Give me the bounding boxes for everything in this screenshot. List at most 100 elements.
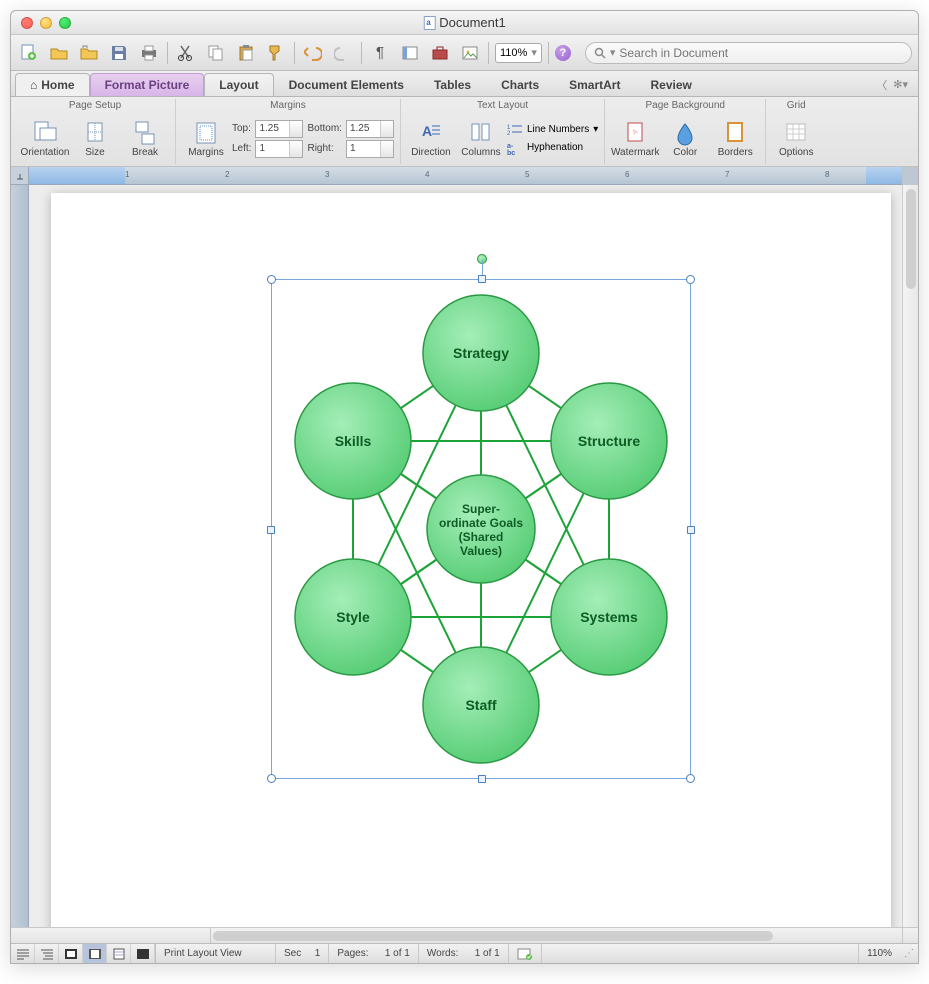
margin-bottom-label: Bottom: <box>307 123 341 134</box>
cut-button[interactable] <box>174 41 198 65</box>
view-name-label: Print Layout View <box>156 944 276 963</box>
vertical-scrollbar[interactable] <box>902 185 918 927</box>
spelling-status[interactable] <box>509 944 542 963</box>
node-skills: Skills <box>295 383 411 499</box>
notebook-view-button[interactable] <box>107 944 131 963</box>
columns-button[interactable]: Columns <box>457 115 505 163</box>
page-color-button[interactable]: Color <box>661 115 709 163</box>
search-field[interactable]: ▾ <box>585 42 912 64</box>
media-browser-button[interactable] <box>458 41 482 65</box>
print-layout-view-button[interactable] <box>83 944 107 963</box>
search-icon <box>594 47 606 59</box>
orientation-button[interactable]: Orientation <box>21 115 69 163</box>
tab-layout[interactable]: Layout <box>204 73 273 96</box>
quick-access-toolbar: ¶ 110%▾ ? ▾ <box>11 35 918 71</box>
break-button[interactable]: Break <box>121 115 169 163</box>
node-center: Super- ordinate Goals (Shared Values) <box>427 475 535 583</box>
margin-right-input[interactable]: 1 <box>346 140 394 158</box>
group-grid: Grid <box>772 99 820 113</box>
outline-view-button[interactable] <box>35 944 59 963</box>
tab-document-elements[interactable]: Document Elements <box>274 73 419 96</box>
print-button[interactable] <box>137 41 161 65</box>
minimize-window-button[interactable] <box>40 17 52 29</box>
help-button[interactable]: ? <box>555 45 571 61</box>
svg-text:Skills: Skills <box>335 433 372 449</box>
section-indicator[interactable]: Sec 1 <box>276 944 329 963</box>
app-window: Document1 ¶ 110%▾ ? ▾ ⌂Home Format P <box>10 10 919 964</box>
margin-bottom-input[interactable]: 1.25 <box>346 120 394 138</box>
margin-top-input[interactable]: 1.25 <box>255 120 303 138</box>
search-input[interactable] <box>619 46 903 60</box>
words-indicator[interactable]: Words: 1 of 1 <box>419 944 509 963</box>
margin-right-label: Right: <box>307 143 341 154</box>
format-painter-button[interactable] <box>264 41 288 65</box>
open-button[interactable] <box>47 41 71 65</box>
new-doc-button[interactable] <box>17 41 41 65</box>
tab-charts[interactable]: Charts <box>486 73 554 96</box>
node-style: Style <box>295 559 411 675</box>
node-staff: Staff <box>423 647 539 763</box>
svg-text:ordinate Goals: ordinate Goals <box>439 516 523 530</box>
pages-indicator[interactable]: Pages: 1 of 1 <box>329 944 419 963</box>
grid-options-button[interactable]: Options <box>772 115 820 163</box>
margin-top-label: Top: <box>232 123 251 134</box>
svg-text:bc: bc <box>507 150 515 155</box>
toolbox-button[interactable] <box>428 41 452 65</box>
svg-text:2: 2 <box>507 131 511 137</box>
copy-button[interactable] <box>204 41 228 65</box>
margin-left-input[interactable]: 1 <box>255 140 303 158</box>
node-structure: Structure <box>551 383 667 499</box>
tab-smartart[interactable]: SmartArt <box>554 73 635 96</box>
watermark-button[interactable]: AWatermark <box>611 115 659 163</box>
node-strategy: Strategy <box>423 295 539 411</box>
paste-button[interactable] <box>234 41 258 65</box>
zoom-selector[interactable]: 110%▾ <box>495 43 542 63</box>
group-text-layout: Text Layout <box>407 99 598 113</box>
tab-stop-selector[interactable] <box>11 167 29 185</box>
show-formatting-button[interactable]: ¶ <box>368 41 392 65</box>
group-margins: Margins <box>182 99 394 113</box>
direction-button[interactable]: ADirection <box>407 115 455 163</box>
zoom-window-button[interactable] <box>59 17 71 29</box>
titlebar: Document1 <box>11 11 918 35</box>
document-page[interactable]: Strategy Structure Systems Staff Style S… <box>51 193 891 927</box>
horizontal-scrollbar-row <box>11 927 918 943</box>
resize-grip[interactable]: ⋰ <box>900 948 918 959</box>
margins-button[interactable]: Margins <box>182 115 230 163</box>
tab-tables[interactable]: Tables <box>419 73 486 96</box>
ribbon-layout: Page Setup Orientation Size Break Margin… <box>11 97 918 167</box>
horizontal-scrollbar[interactable] <box>211 928 902 943</box>
tab-home[interactable]: ⌂Home <box>15 73 90 96</box>
redo-button[interactable] <box>331 41 355 65</box>
publishing-view-button[interactable] <box>59 944 83 963</box>
save-button[interactable] <box>107 41 131 65</box>
group-page-background: Page Background <box>611 99 759 113</box>
tab-format-picture[interactable]: Format Picture <box>90 73 205 96</box>
mckinsey-7s-diagram[interactable]: Strategy Structure Systems Staff Style S… <box>271 279 691 782</box>
focus-view-button[interactable] <box>131 944 155 963</box>
svg-text:(Shared: (Shared <box>459 530 504 544</box>
zoom-indicator[interactable]: 110% <box>859 944 900 963</box>
open-recent-button[interactable] <box>77 41 101 65</box>
svg-text:Structure: Structure <box>578 433 640 449</box>
status-bar: Print Layout View Sec 1 Pages: 1 of 1 Wo… <box>11 943 918 963</box>
svg-text:Super-: Super- <box>462 502 500 516</box>
size-button[interactable]: Size <box>71 115 119 163</box>
close-window-button[interactable] <box>21 17 33 29</box>
tab-review[interactable]: Review <box>635 73 706 96</box>
sidebar-button[interactable] <box>398 41 422 65</box>
line-numbers-button[interactable]: 12Line Numbers ▾ <box>507 123 598 137</box>
svg-text:Staff: Staff <box>465 697 496 713</box>
page-borders-button[interactable]: Borders <box>711 115 759 163</box>
window-title: Document1 <box>439 15 505 30</box>
undo-button[interactable] <box>301 41 325 65</box>
svg-text:Systems: Systems <box>580 609 638 625</box>
group-page-setup: Page Setup <box>21 99 169 113</box>
vertical-ruler[interactable] <box>11 185 29 927</box>
hyphenation-button[interactable]: a-bcHyphenation <box>507 141 598 155</box>
document-workspace: 12345678 <box>11 167 918 927</box>
ribbon-settings-button[interactable]: ✻▾ <box>893 78 908 91</box>
collapse-ribbon-button[interactable]: 〈 <box>876 77 887 93</box>
horizontal-ruler[interactable]: 12345678 <box>29 167 902 185</box>
draft-view-button[interactable] <box>11 944 35 963</box>
